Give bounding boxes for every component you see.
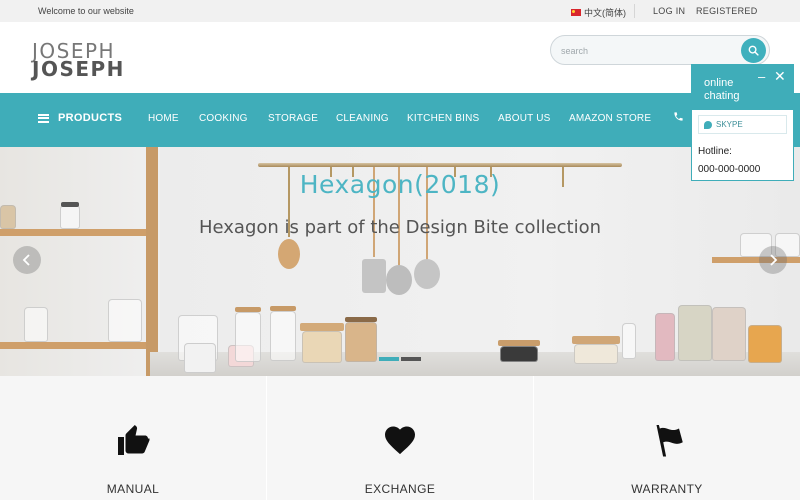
china-flag-icon bbox=[571, 9, 581, 16]
jar bbox=[108, 299, 142, 342]
top-bar: Welcome to our website 中文(简体) LOG IN REG… bbox=[0, 0, 800, 22]
divider bbox=[634, 4, 635, 18]
thumbs-up-icon bbox=[118, 425, 150, 455]
feature-label: MANUAL bbox=[106, 482, 160, 496]
online-chat-widget: online chating – ✕ SKYPE Hotline: 000-00… bbox=[691, 64, 794, 181]
food-container bbox=[302, 331, 342, 363]
bowl bbox=[184, 343, 216, 373]
hero-subtitle: Hexagon is part of the Design Bite colle… bbox=[198, 217, 602, 238]
container-lid bbox=[572, 336, 620, 344]
flag-icon bbox=[656, 425, 683, 457]
slide-indicators bbox=[379, 357, 421, 361]
glass-jar bbox=[678, 305, 712, 361]
slide-dot-active[interactable] bbox=[379, 357, 399, 361]
feature-manual[interactable]: MANUAL bbox=[0, 376, 266, 500]
feature-warranty[interactable]: WARRANTY bbox=[534, 376, 800, 500]
logo[interactable]: JOSEPH JOSEPH bbox=[32, 41, 125, 81]
nav-item-kitchen-bins[interactable]: KITCHEN BINS bbox=[407, 113, 479, 124]
skype-label: SKYPE bbox=[716, 120, 743, 129]
wooden-spoon bbox=[278, 239, 300, 269]
logo-line2: JOSEPH bbox=[32, 57, 125, 81]
nav-item-cleaning[interactable]: CLEANING bbox=[336, 113, 389, 124]
container-lid bbox=[300, 323, 344, 331]
glass-jar bbox=[235, 312, 261, 362]
welcome-text: Welcome to our website bbox=[38, 6, 134, 16]
language-label: 中文(简体) bbox=[584, 8, 626, 18]
hero-slider: Hexagon(2018) Hexagon is part of the Des… bbox=[0, 147, 800, 376]
glass bbox=[24, 307, 48, 342]
slotted-turner bbox=[362, 259, 386, 293]
glass-jar bbox=[712, 307, 746, 361]
products-label: PRODUCTS bbox=[58, 112, 123, 124]
ladle bbox=[386, 265, 412, 295]
skype-icon bbox=[704, 120, 712, 129]
utensil-rail bbox=[258, 163, 622, 167]
skype-button[interactable]: SKYPE bbox=[698, 115, 787, 134]
close-icon[interactable]: ✕ bbox=[774, 68, 786, 85]
glass-jar bbox=[345, 322, 377, 362]
jar-lid bbox=[61, 202, 79, 207]
language-selector[interactable]: 中文(简体) bbox=[571, 6, 626, 19]
register-link[interactable]: REGISTERED bbox=[696, 6, 758, 16]
minimize-icon[interactable]: – bbox=[758, 69, 765, 84]
food-container bbox=[574, 344, 618, 364]
nav-item-about-us[interactable]: ABOUT US bbox=[498, 113, 551, 124]
nav-item-home[interactable]: HOME bbox=[148, 113, 179, 124]
glass-jar bbox=[748, 325, 782, 363]
feature-label: EXCHANGE bbox=[364, 482, 436, 496]
search-icon bbox=[748, 45, 759, 56]
chat-title: online chating bbox=[704, 77, 740, 102]
login-link[interactable]: LOG IN bbox=[653, 6, 685, 16]
nav-item-cooking[interactable]: COOKING bbox=[199, 113, 248, 124]
bottle bbox=[622, 323, 636, 359]
slide-dot[interactable] bbox=[401, 357, 421, 361]
feature-exchange[interactable]: EXCHANGE bbox=[267, 376, 533, 500]
heart-icon bbox=[385, 426, 415, 455]
hotline-number: 000-000-0000 bbox=[698, 164, 761, 175]
bottle bbox=[655, 313, 675, 361]
search-input[interactable] bbox=[561, 42, 731, 60]
hotline: Hotline: 000-000-0000 bbox=[698, 143, 760, 179]
ladle bbox=[414, 259, 440, 289]
phone-icon[interactable] bbox=[673, 111, 684, 122]
hero-title: Hexagon(2018) bbox=[299, 170, 501, 199]
main-nav: PRODUCTS HOME COOKING STORAGE CLEANING K… bbox=[0, 93, 800, 147]
products-menu-button[interactable]: PRODUCTS bbox=[38, 112, 122, 124]
search-box bbox=[550, 35, 770, 65]
glass-jar bbox=[270, 311, 296, 361]
food-container bbox=[500, 346, 538, 362]
chat-header: online chating – ✕ bbox=[692, 65, 793, 110]
menu-icon bbox=[38, 113, 49, 123]
site-header: JOSEPH JOSEPH bbox=[0, 22, 800, 93]
feature-label: WARRANTY bbox=[631, 482, 703, 496]
nav-item-amazon-store[interactable]: AMAZON STORE bbox=[569, 113, 651, 124]
next-slide-button[interactable] bbox=[759, 246, 787, 274]
nav-item-storage[interactable]: STORAGE bbox=[268, 113, 318, 124]
previous-slide-button[interactable] bbox=[13, 246, 41, 274]
hotline-label: Hotline: bbox=[698, 146, 732, 157]
search-button[interactable] bbox=[741, 38, 766, 63]
shelf bbox=[0, 342, 158, 349]
chevron-left-icon bbox=[22, 254, 30, 266]
chevron-right-icon bbox=[770, 254, 778, 266]
features-section: MANUAL EXCHANGE WARRANTY bbox=[0, 376, 800, 500]
